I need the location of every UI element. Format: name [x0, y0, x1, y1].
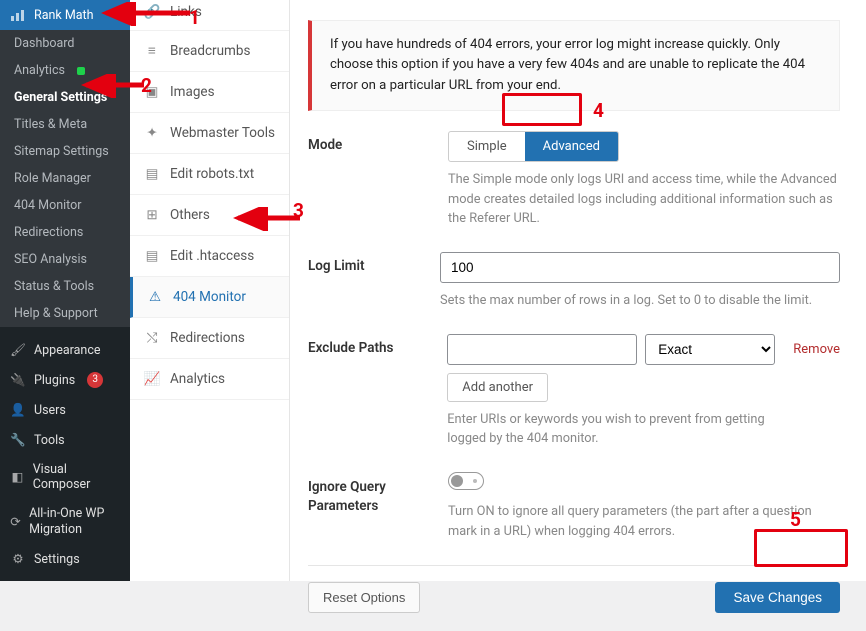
mode-help: The Simple mode only logs URI and access… [448, 170, 840, 228]
file-icon: ▤ [144, 248, 160, 264]
sidebar-visual-composer[interactable]: ◧Visual Composer [0, 455, 130, 499]
sidebar-sub-role-manager[interactable]: Role Manager [0, 165, 130, 192]
redirect-icon: ⤭ [144, 330, 160, 346]
ignore-query-label: Ignore Query Parameters [308, 472, 428, 540]
save-changes-button[interactable]: Save Changes [715, 582, 840, 613]
exclude-match-select[interactable]: Exact [645, 334, 775, 365]
sidebar-rank-math[interactable]: Rank Math [0, 0, 130, 30]
tab-htaccess[interactable]: ▤Edit .htaccess [130, 236, 289, 277]
migrate-icon: ⟳ [10, 514, 21, 530]
file-icon: ▤ [144, 166, 160, 182]
sidebar-sub-dashboard[interactable]: Dashboard [0, 30, 130, 57]
settings-content: If you have hundreds of 404 errors, your… [290, 0, 866, 581]
sidebar-sub-404[interactable]: 404 Monitor [0, 192, 130, 219]
settings-tabs-panel: 🔗Links ≡Breadcrumbs ▣Images ✦Webmaster T… [130, 0, 290, 581]
tool-icon: ✦ [144, 125, 160, 141]
tab-breadcrumbs[interactable]: ≡Breadcrumbs [130, 31, 289, 72]
wp-admin-sidebar: Rank Math Dashboard Analytics General Se… [0, 0, 130, 581]
tab-webmaster[interactable]: ✦Webmaster Tools [130, 113, 289, 154]
mode-segmented: Simple Advanced [448, 131, 619, 162]
link-icon: 🔗 [144, 4, 160, 20]
grid-icon: ⊞ [144, 207, 160, 223]
plugins-badge: 3 [87, 372, 103, 388]
brush-icon: 🖌 [10, 342, 26, 358]
image-icon: ▣ [144, 84, 160, 100]
tab-others[interactable]: ⊞Others [130, 195, 289, 236]
sidebar-migration[interactable]: ⟳All-in-One WP Migration [0, 499, 130, 544]
log-limit-help: Sets the max number of rows in a log. Se… [440, 291, 840, 310]
tab-404-monitor[interactable]: ⚠404 Monitor [130, 277, 289, 318]
sidebar-rank-math-label: Rank Math [34, 8, 94, 23]
exclude-help: Enter URIs or keywords you wish to preve… [447, 410, 777, 448]
tab-analytics[interactable]: 📈Analytics [130, 359, 289, 400]
exclude-remove-link[interactable]: Remove [793, 342, 840, 357]
mode-advanced-option[interactable]: Advanced [525, 132, 618, 161]
sidebar-tools[interactable]: 🔧Tools [0, 425, 130, 455]
sidebar-appearance[interactable]: 🖌Appearance [0, 335, 130, 365]
chart-icon: 📈 [144, 371, 160, 387]
vc-icon: ◧ [10, 469, 25, 485]
mode-row: Mode Simple Advanced The Simple mode onl… [308, 131, 840, 228]
warning-notice: If you have hundreds of 404 errors, your… [308, 20, 840, 111]
sidebar-plugins[interactable]: 🔌Plugins3 [0, 365, 130, 395]
tab-links[interactable]: 🔗Links [130, 0, 289, 31]
ignore-query-toggle[interactable] [448, 472, 484, 490]
log-limit-row: Log Limit Sets the max number of rows in… [308, 252, 840, 310]
user-icon: 👤 [10, 402, 26, 418]
log-limit-input[interactable] [440, 252, 840, 283]
sidebar-sub-redirections[interactable]: Redirections [0, 219, 130, 246]
sidebar-sub-status-tools[interactable]: Status & Tools [0, 273, 130, 300]
mode-simple-option[interactable]: Simple [449, 132, 525, 161]
sidebar-sub-help[interactable]: Help & Support [0, 300, 130, 327]
warn-icon: ⚠ [147, 289, 163, 305]
wrench-icon: 🔧 [10, 432, 26, 448]
tab-redirections[interactable]: ⤭Redirections [130, 318, 289, 359]
exclude-add-button[interactable]: Add another [447, 373, 548, 402]
ignore-query-help: Turn ON to ignore all query parameters (… [448, 502, 840, 540]
sidebar-settings[interactable]: ⚙Settings [0, 544, 130, 574]
sidebar-xyz-php[interactable]: ⌘XYZ PHP Code [0, 574, 130, 581]
settings-footer: Reset Options Save Changes [308, 565, 840, 631]
tab-robots[interactable]: ▤Edit robots.txt [130, 154, 289, 195]
ignore-query-row: Ignore Query Parameters Turn ON to ignor… [308, 472, 840, 540]
exclude-row: Exclude Paths Exact Remove Add another E… [308, 334, 840, 448]
exclude-path-input[interactable] [447, 334, 637, 365]
tab-images[interactable]: ▣Images [130, 72, 289, 113]
sidebar-sub-seo-analysis[interactable]: SEO Analysis [0, 246, 130, 273]
log-limit-label: Log Limit [308, 252, 420, 310]
breadcrumb-icon: ≡ [144, 43, 160, 59]
rank-math-icon [10, 7, 26, 23]
sidebar-sub-general-settings[interactable]: General Settings [0, 84, 130, 111]
sliders-icon: ⚙ [10, 551, 26, 567]
sidebar-sub-analytics[interactable]: Analytics [0, 57, 130, 84]
sidebar-sub-sitemap[interactable]: Sitemap Settings [0, 138, 130, 165]
sidebar-users[interactable]: 👤Users [0, 395, 130, 425]
sidebar-sub-titles-meta[interactable]: Titles & Meta [0, 111, 130, 138]
mode-label: Mode [308, 131, 428, 228]
plug-icon: 🔌 [10, 372, 26, 388]
exclude-label: Exclude Paths [308, 334, 427, 448]
analytics-status-dot [77, 67, 85, 75]
reset-options-button[interactable]: Reset Options [308, 582, 420, 613]
